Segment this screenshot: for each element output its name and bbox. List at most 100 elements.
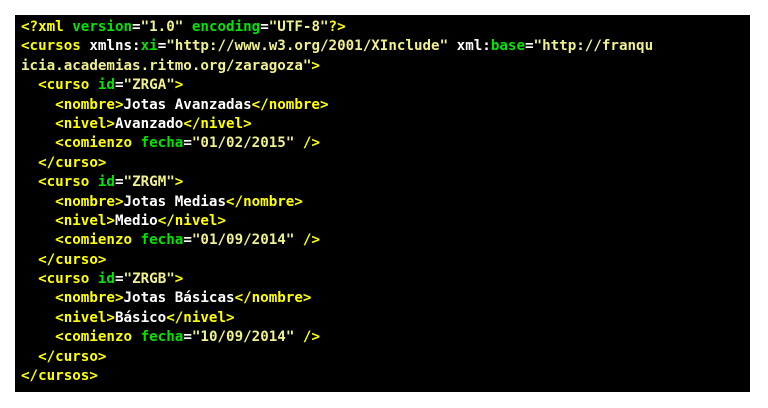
xml-tag-token: <curso — [38, 174, 98, 191]
xml-text-token: = — [114, 77, 124, 94]
xml-tag-token: /> — [294, 135, 320, 152]
xml-tag-token: <nombre> — [55, 193, 124, 210]
xml-tag-token: <?xml — [21, 19, 73, 35]
xml-tag-token: <nivel> — [55, 212, 115, 229]
code-line: <curso id="ZRGB"> — [21, 270, 750, 289]
xml-tag-token: > — [174, 271, 184, 288]
xml-string-token: "http://www.w3.org/2001/XInclude" — [166, 38, 449, 55]
xml-tag-token: <nivel> — [55, 309, 115, 326]
xml-text-token: Jotas Básicas — [123, 290, 235, 307]
xml-tag-token: </nivel> — [183, 115, 252, 132]
xml-string-token: "1.0" — [140, 19, 184, 35]
xml-string-token: "01/09/2014" — [191, 232, 295, 249]
xml-text-token: Básico — [114, 309, 167, 326]
xml-text-token — [21, 252, 38, 268]
xml-tag-token: /> — [294, 329, 320, 346]
xml-tag-token: /> — [294, 232, 320, 249]
xml-text-token: = — [183, 135, 192, 152]
xml-attribute-token: id — [97, 174, 115, 191]
xml-text-token: = — [157, 38, 167, 55]
xml-tag-token: <comienzo — [55, 135, 141, 152]
code-panel: <?xml version="1.0" encoding="UTF-8"?> <c… — [15, 15, 750, 392]
xml-tag-token: </nombre> — [251, 96, 329, 113]
code-line: <nivel>Avanzado</nivel> — [21, 115, 750, 134]
code-line: <nombre>Jotas Avanzadas</nombre> — [21, 96, 750, 115]
xml-tag-token: ?> — [328, 19, 346, 35]
xml-tag-token: </curso> — [38, 348, 107, 365]
xml-text-token — [21, 329, 55, 345]
xml-tag-token: <comienzo — [55, 232, 141, 249]
code-line: <curso id="ZRGM"> — [21, 173, 750, 192]
xml-tag-token: <curso — [38, 77, 98, 94]
xml-tag-token: <nivel> — [55, 115, 115, 132]
xml-text-token: Jotas Avanzadas — [123, 96, 252, 113]
xml-tag-token: </cursos> — [21, 368, 98, 385]
xml-text-token: = — [183, 329, 192, 346]
xml-tag-token: > — [174, 77, 184, 94]
code-line: <curso id="ZRGA"> — [21, 76, 750, 95]
code-line: </cursos> — [21, 367, 750, 386]
xml-text-token: Jotas Medias — [123, 193, 227, 210]
xml-tag-token: <nombre> — [55, 96, 124, 113]
code-line: <?xml version="1.0" encoding="UTF-8"?> — [21, 18, 750, 37]
xml-string-token: "http://franqu — [533, 38, 654, 55]
xml-text-token: xmlns: — [89, 38, 141, 55]
code-line: </curso> — [21, 251, 750, 270]
xml-text-token: Medio — [114, 212, 158, 229]
xml-text-token — [21, 135, 55, 151]
xml-text-token: xml: — [448, 38, 491, 55]
xml-text-token: = — [114, 174, 124, 191]
xml-tag-token: </curso> — [38, 251, 107, 268]
xml-text-token — [21, 116, 55, 132]
xml-text-token — [21, 194, 55, 210]
xml-text-token — [21, 271, 38, 287]
xml-text-token: = — [525, 38, 534, 55]
code-line: <cursos xmlns:xi="http://www.w3.org/2001… — [21, 37, 750, 56]
code-line: <nivel>Básico</nivel> — [21, 309, 750, 328]
xml-attribute-token: fecha — [140, 232, 184, 249]
xml-tag-token: > — [174, 174, 184, 191]
xml-attribute-token: base — [490, 38, 525, 55]
xml-attribute-token: encoding — [191, 19, 261, 35]
xml-tag-token: </nombre> — [234, 290, 312, 307]
xml-text-token — [21, 77, 38, 93]
code-line: </curso> — [21, 154, 750, 173]
xml-text-token — [21, 174, 38, 190]
xml-attribute-token: id — [97, 271, 115, 288]
code-line: icia.academias.ritmo.org/zaragoza"> — [21, 57, 750, 76]
xml-attribute-token: fecha — [140, 329, 184, 346]
xml-text-token — [21, 232, 55, 248]
xml-tag-token: <comienzo — [55, 329, 141, 346]
xml-text-token — [21, 97, 55, 113]
code-line: <nombre>Jotas Básicas</nombre> — [21, 289, 750, 308]
xml-string-token: "ZRGB" — [123, 271, 175, 288]
xml-tag-token: </nombre> — [226, 193, 303, 210]
xml-text-token — [21, 310, 55, 326]
code-line: <nombre>Jotas Medias</nombre> — [21, 193, 750, 212]
xml-code-block: <?xml version="1.0" encoding="UTF-8"?> <c… — [15, 15, 750, 386]
xml-text-token — [21, 349, 38, 365]
code-line: <comienzo fecha="01/09/2014" /> — [21, 231, 750, 250]
xml-tag-token: </nivel> — [157, 212, 227, 229]
code-line: </curso> — [21, 348, 750, 367]
xml-text-token — [21, 155, 38, 171]
code-line: <nivel>Medio</nivel> — [21, 212, 750, 231]
xml-string-token: "01/02/2015" — [191, 135, 295, 152]
xml-text-token — [21, 213, 55, 229]
code-line: <comienzo fecha="10/09/2014" /> — [21, 328, 750, 347]
xml-text-token: = — [114, 271, 124, 288]
xml-tag-token: <curso — [38, 271, 98, 288]
xml-string-token: "ZRGM" — [123, 174, 175, 191]
xml-tag-token: </curso> — [38, 154, 107, 171]
xml-text-token: = — [183, 232, 192, 249]
xml-text-token — [21, 290, 55, 306]
xml-string-token: "ZRGA" — [123, 77, 175, 94]
xml-string-token: "UTF-8" — [268, 19, 329, 35]
xml-text-token: = — [260, 19, 269, 35]
xml-attribute-token: id — [97, 77, 115, 94]
xml-tag-token: <nombre> — [55, 290, 124, 307]
code-line: <comienzo fecha="01/02/2015" /> — [21, 134, 750, 153]
xml-attribute-token: xi — [140, 38, 158, 55]
xml-tag-token: > — [311, 57, 320, 74]
xml-string-token: "10/09/2014" — [191, 329, 295, 346]
